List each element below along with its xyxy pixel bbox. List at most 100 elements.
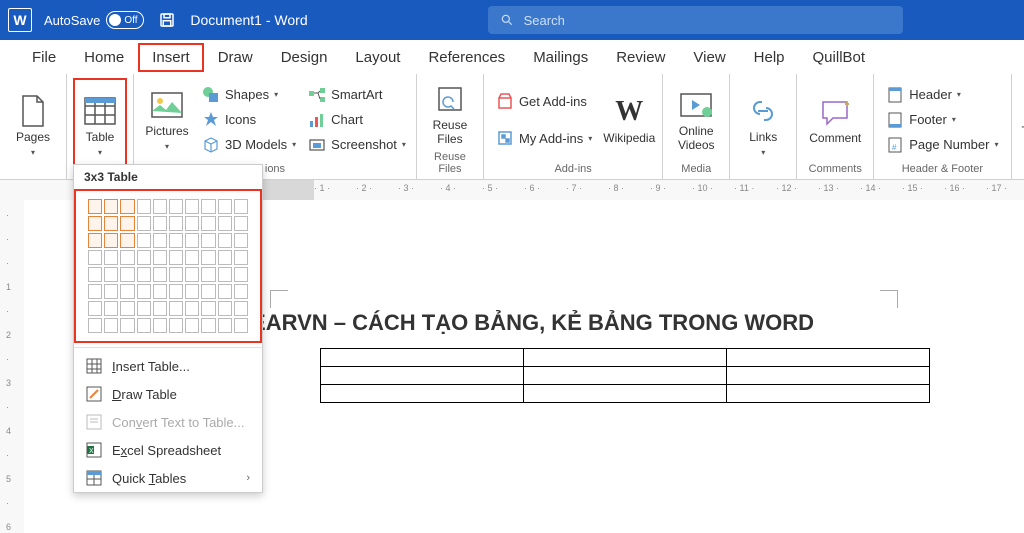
grid-cell[interactable] xyxy=(137,301,151,316)
my-addins-button[interactable]: My Add-ins ▾ xyxy=(492,127,596,149)
grid-cell[interactable] xyxy=(234,233,248,248)
grid-cell[interactable] xyxy=(104,318,118,333)
grid-cell[interactable] xyxy=(169,284,183,299)
icons-button[interactable]: Icons xyxy=(198,109,300,131)
grid-cell[interactable] xyxy=(88,267,102,282)
grid-cell[interactable] xyxy=(120,284,134,299)
grid-cell[interactable] xyxy=(137,318,151,333)
header-button[interactable]: Header ▾ xyxy=(882,84,1002,106)
grid-cell[interactable] xyxy=(88,199,102,214)
table-cell[interactable] xyxy=(727,349,930,367)
footer-button[interactable]: Footer ▾ xyxy=(882,109,1002,131)
grid-cell[interactable] xyxy=(120,318,134,333)
grid-cell[interactable] xyxy=(104,216,118,231)
document-table[interactable] xyxy=(320,348,930,403)
grid-cell[interactable] xyxy=(153,216,167,231)
tab-review[interactable]: Review xyxy=(602,43,679,72)
grid-cell[interactable] xyxy=(120,301,134,316)
pages-button[interactable]: Pages▾ xyxy=(6,78,60,173)
grid-cell[interactable] xyxy=(153,301,167,316)
grid-cell[interactable] xyxy=(201,318,215,333)
table-cell[interactable] xyxy=(524,385,727,403)
grid-cell[interactable] xyxy=(185,250,199,265)
grid-cell[interactable] xyxy=(169,233,183,248)
grid-cell[interactable] xyxy=(218,250,232,265)
grid-cell[interactable] xyxy=(120,250,134,265)
excel-spreadsheet-item[interactable]: X Excel Spreadsheet xyxy=(74,436,262,464)
grid-cell[interactable] xyxy=(104,199,118,214)
tab-help[interactable]: Help xyxy=(740,43,799,72)
table-cell[interactable] xyxy=(321,367,524,385)
grid-cell[interactable] xyxy=(137,216,151,231)
comment-button[interactable]: Comment xyxy=(803,78,867,161)
grid-cell[interactable] xyxy=(185,216,199,231)
table-cell[interactable] xyxy=(727,385,930,403)
grid-cell[interactable] xyxy=(120,199,134,214)
page-number-button[interactable]: #Page Number ▾ xyxy=(882,134,1002,156)
tab-home[interactable]: Home xyxy=(70,43,138,72)
grid-cell[interactable] xyxy=(185,301,199,316)
table-cell[interactable] xyxy=(524,367,727,385)
autosave[interactable]: AutoSave Off xyxy=(44,11,144,29)
grid-cell[interactable] xyxy=(218,199,232,214)
search-box[interactable]: Search xyxy=(488,6,903,34)
grid-cell[interactable] xyxy=(234,267,248,282)
online-videos-button[interactable]: Online Videos xyxy=(669,78,723,161)
grid-cell[interactable] xyxy=(104,250,118,265)
grid-cell[interactable] xyxy=(234,301,248,316)
grid-cell[interactable] xyxy=(185,233,199,248)
autosave-toggle[interactable]: Off xyxy=(106,11,144,29)
insert-table-item[interactable]: Insert Table... xyxy=(74,352,262,380)
grid-cell[interactable] xyxy=(88,250,102,265)
grid-cell[interactable] xyxy=(104,301,118,316)
grid-cell[interactable] xyxy=(88,318,102,333)
tab-file[interactable]: File xyxy=(18,43,70,72)
grid-cell[interactable] xyxy=(234,216,248,231)
grid-cell[interactable] xyxy=(185,199,199,214)
table-cell[interactable] xyxy=(321,349,524,367)
grid-cell[interactable] xyxy=(88,284,102,299)
grid-cell[interactable] xyxy=(185,318,199,333)
grid-cell[interactable] xyxy=(104,267,118,282)
text-box-button[interactable]: A Text Box▾ xyxy=(1018,78,1024,161)
grid-cell[interactable] xyxy=(104,233,118,248)
tab-design[interactable]: Design xyxy=(267,43,342,72)
grid-cell[interactable] xyxy=(201,199,215,214)
grid-cell[interactable] xyxy=(169,318,183,333)
reuse-files-button[interactable]: Reuse Files xyxy=(423,78,477,149)
links-button[interactable]: Links▾ xyxy=(736,78,790,173)
tab-quillbot[interactable]: QuillBot xyxy=(799,43,880,72)
grid-cell[interactable] xyxy=(169,267,183,282)
grid-cell[interactable] xyxy=(234,250,248,265)
grid-cell[interactable] xyxy=(137,250,151,265)
grid-cell[interactable] xyxy=(169,301,183,316)
grid-cell[interactable] xyxy=(137,233,151,248)
table-cell[interactable] xyxy=(524,349,727,367)
grid-cell[interactable] xyxy=(169,199,183,214)
wikipedia-button[interactable]: W Wikipedia xyxy=(602,78,656,161)
grid-cell[interactable] xyxy=(137,284,151,299)
tab-view[interactable]: View xyxy=(679,43,739,72)
grid-cell[interactable] xyxy=(153,284,167,299)
grid-cell[interactable] xyxy=(169,216,183,231)
screenshot-button[interactable]: Screenshot ▾ xyxy=(304,134,410,156)
tab-draw[interactable]: Draw xyxy=(204,43,267,72)
grid-cell[interactable] xyxy=(234,199,248,214)
grid-cell[interactable] xyxy=(218,284,232,299)
grid-cell[interactable] xyxy=(169,250,183,265)
grid-cell[interactable] xyxy=(201,267,215,282)
grid-cell[interactable] xyxy=(201,301,215,316)
grid-cell[interactable] xyxy=(120,233,134,248)
tab-layout[interactable]: Layout xyxy=(341,43,414,72)
grid-cell[interactable] xyxy=(153,318,167,333)
grid-cell[interactable] xyxy=(153,233,167,248)
grid-cell[interactable] xyxy=(137,267,151,282)
grid-cell[interactable] xyxy=(218,233,232,248)
grid-cell[interactable] xyxy=(185,284,199,299)
get-addins-button[interactable]: Get Add-ins xyxy=(492,90,596,112)
pictures-button[interactable]: Pictures▾ xyxy=(140,78,194,161)
3d-models-button[interactable]: 3D Models ▾ xyxy=(198,134,300,156)
grid-cell[interactable] xyxy=(153,199,167,214)
grid-cell[interactable] xyxy=(201,233,215,248)
tab-insert[interactable]: Insert xyxy=(138,43,204,72)
